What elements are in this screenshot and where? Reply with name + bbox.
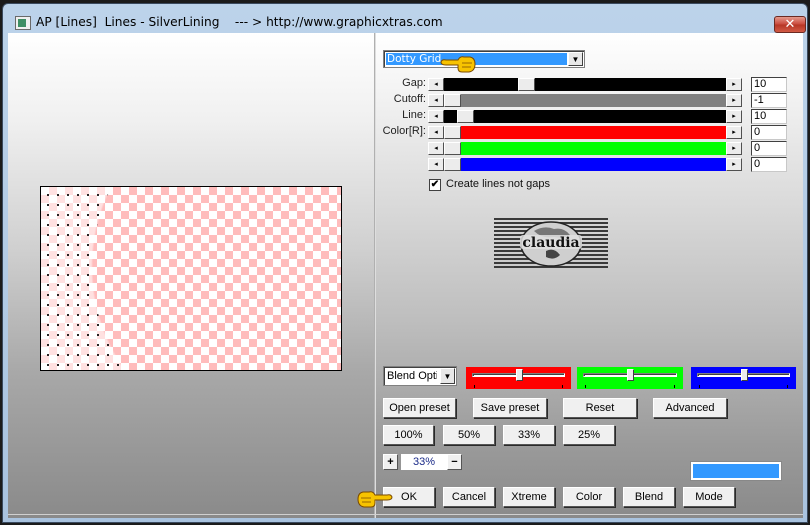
zoom-in-button[interactable]: +: [383, 454, 398, 470]
slider-tick: [787, 385, 788, 388]
scroll-right-icon[interactable]: ▸: [726, 94, 742, 107]
preview-dotty-grid: [41, 187, 341, 370]
scroll-left-icon[interactable]: ◂: [428, 110, 444, 123]
chevron-down-icon[interactable]: ▼: [440, 368, 455, 384]
slider-label: Color[R]:: [382, 125, 426, 137]
blend-options-value: Blend Optio: [387, 370, 437, 382]
title-bar[interactable]: AP [Lines] Lines - SilverLining --- > ht…: [5, 5, 806, 33]
scroll-right-icon[interactable]: ▸: [726, 78, 742, 91]
create-lines-checkbox[interactable]: ✔: [429, 179, 441, 191]
scroll-right-icon[interactable]: ▸: [726, 142, 742, 155]
color-swatch[interactable]: [691, 462, 781, 480]
zoom-100-button[interactable]: 100%: [383, 425, 434, 445]
slider-tick: [674, 385, 675, 388]
preset-dropdown[interactable]: Dotty Grid ▼: [383, 50, 585, 68]
pointing-hand-icon: [440, 54, 476, 74]
slider-value-input[interactable]: 0: [751, 125, 787, 140]
save-preset-button[interactable]: Save preset: [473, 398, 547, 418]
scroll-left-icon[interactable]: ◂: [428, 126, 444, 139]
slider-tick: [562, 385, 563, 388]
slider-thumb[interactable]: [444, 142, 461, 155]
slider-label: Cutoff:: [393, 93, 426, 105]
slider-tick: [699, 385, 700, 388]
slider-scrollbar[interactable]: ◂ ▸: [428, 126, 742, 139]
slider-knob[interactable]: [740, 369, 748, 381]
claudia-logo: claudia: [494, 217, 608, 271]
slider-track[interactable]: [444, 142, 726, 155]
blend-slider-red[interactable]: [466, 367, 571, 389]
slider-scrollbar[interactable]: ◂ ▸: [428, 158, 742, 171]
scroll-right-icon[interactable]: ▸: [726, 158, 742, 171]
xtreme-button[interactable]: Xtreme: [503, 487, 555, 507]
slider-track[interactable]: [444, 110, 726, 123]
slider-thumb[interactable]: [444, 158, 461, 171]
scroll-right-icon[interactable]: ▸: [726, 126, 742, 139]
slider-knob[interactable]: [515, 369, 523, 381]
zoom-level: 33%: [401, 454, 447, 470]
chevron-down-icon[interactable]: ▼: [568, 52, 583, 66]
scroll-left-icon[interactable]: ◂: [428, 158, 444, 171]
slider-scrollbar[interactable]: ◂ ▸: [428, 110, 742, 123]
logo-text: claudia: [522, 235, 579, 251]
slider-knob[interactable]: [627, 369, 634, 381]
slider-value-input[interactable]: -1: [751, 93, 787, 108]
scroll-left-icon[interactable]: ◂: [428, 142, 444, 155]
blend-slider-blue[interactable]: [691, 367, 796, 389]
blend-button[interactable]: Blend: [623, 487, 675, 507]
slider-scrollbar[interactable]: ◂ ▸: [428, 94, 742, 107]
slider-track[interactable]: [444, 78, 726, 91]
slider-tick: [585, 385, 586, 388]
reset-button[interactable]: Reset: [563, 398, 637, 418]
blend-slider-green[interactable]: [577, 367, 683, 389]
window-title: AP [Lines] Lines - SilverLining --- > ht…: [36, 15, 443, 29]
slider-scrollbar[interactable]: ◂ ▸: [428, 78, 742, 91]
slider-label: Gap:: [402, 77, 426, 89]
slider-value-input[interactable]: 0: [751, 141, 787, 156]
cancel-button[interactable]: Cancel: [443, 487, 495, 507]
advanced-button[interactable]: Advanced: [653, 398, 727, 418]
slider-track[interactable]: [444, 94, 726, 107]
settings-panel: Dotty Grid ▼ Gap: ◂ ▸ 10 Cutoff: ◂ ▸ -1 Line: ◂ ▸ 1…: [376, 33, 803, 518]
blend-options-dropdown[interactable]: Blend Optio ▼: [383, 366, 457, 386]
slider-thumb[interactable]: [518, 78, 536, 91]
slider-tick: [474, 385, 475, 388]
slider-thumb[interactable]: [444, 126, 461, 139]
slider-label: Line:: [402, 109, 426, 121]
pointing-hand-icon: [357, 489, 393, 509]
slider-thumb[interactable]: [457, 110, 475, 123]
app-icon: [15, 16, 31, 30]
scroll-left-icon[interactable]: ◂: [428, 78, 444, 91]
create-lines-label: Create lines not gaps: [446, 178, 550, 190]
client-area: Dotty Grid ▼ Gap: ◂ ▸ 10 Cutoff: ◂ ▸ -1 Line: ◂ ▸ 1…: [8, 33, 803, 518]
scroll-right-icon[interactable]: ▸: [726, 110, 742, 123]
zoom-33-button[interactable]: 33%: [503, 425, 555, 445]
slider-scrollbar[interactable]: ◂ ▸: [428, 142, 742, 155]
zoom-50-button[interactable]: 50%: [443, 425, 495, 445]
preview-image[interactable]: [40, 186, 342, 371]
slider-value-input[interactable]: 10: [751, 109, 787, 124]
zoom-25-button[interactable]: 25%: [563, 425, 615, 445]
color-button[interactable]: Color: [563, 487, 615, 507]
bottom-divider: [8, 514, 803, 515]
slider-thumb[interactable]: [444, 94, 461, 107]
slider-track[interactable]: [444, 126, 726, 139]
open-preset-button[interactable]: Open preset: [383, 398, 456, 418]
slider-value-input[interactable]: 10: [751, 77, 787, 92]
close-button[interactable]: ✕: [774, 16, 806, 33]
slider-value-input[interactable]: 0: [751, 157, 787, 172]
preset-selected: Dotty Grid: [386, 53, 567, 65]
preview-panel: [8, 33, 374, 518]
slider-track[interactable]: [444, 158, 726, 171]
zoom-out-button[interactable]: −: [447, 454, 462, 470]
mode-button[interactable]: Mode: [683, 487, 735, 507]
scroll-left-icon[interactable]: ◂: [428, 94, 444, 107]
